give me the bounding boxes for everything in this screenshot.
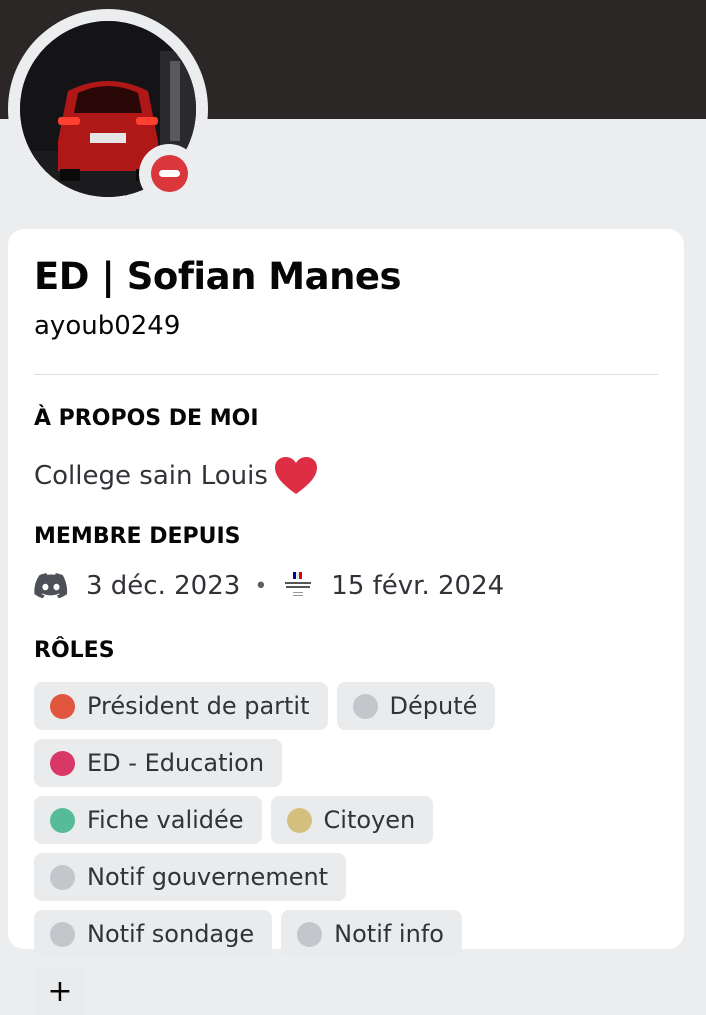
role-chip[interactable]: Notif info: [281, 910, 462, 958]
role-chip[interactable]: Notif sondage: [34, 910, 273, 958]
role-chip[interactable]: Député: [336, 682, 496, 730]
role-label: Fiche validée: [87, 806, 244, 834]
role-chip[interactable]: Citoyen: [270, 796, 434, 844]
role-color-dot: [297, 921, 323, 947]
role-label: Notif info: [334, 920, 444, 948]
role-chip[interactable]: Notif gouvernement: [34, 853, 347, 901]
role-color-dot: [50, 807, 75, 833]
roles-list: Président de partit Député ED - Education F…: [34, 682, 514, 1015]
server-join-date: 15 févr. 2024: [331, 571, 505, 601]
add-role-button[interactable]: +: [34, 967, 86, 1015]
role-label: Notif sondage: [87, 920, 255, 948]
date-separator: •: [254, 573, 268, 599]
username[interactable]: ayoub0249: [34, 311, 180, 341]
role-color-dot: [50, 921, 75, 947]
about-text: College sain Louis: [34, 461, 268, 491]
role-color-dot: [50, 864, 75, 890]
role-color-dot: [50, 750, 75, 776]
role-chip[interactable]: Fiche validée: [34, 796, 262, 844]
dnd-status-icon: [151, 155, 188, 192]
role-chip[interactable]: ED - Education: [34, 739, 283, 787]
display-name: ED | Sofian Manes: [34, 255, 402, 298]
about-text-row: College sain Louis: [34, 456, 318, 496]
heart-icon: [274, 456, 318, 496]
republique-francaise-icon: [281, 571, 315, 601]
role-label: Citoyen: [323, 806, 416, 834]
member-since-row: 3 déc. 2023 • 15 févr. 2024: [34, 566, 504, 606]
roles-title: RÔLES: [34, 638, 115, 663]
role-label: Notif gouvernement: [87, 863, 329, 891]
role-color-dot: [50, 693, 75, 719]
about-title: À PROPOS DE MOI: [34, 406, 259, 431]
role-label: ED - Education: [87, 749, 265, 777]
role-label: Député: [389, 692, 478, 720]
role-color-dot: [352, 693, 378, 719]
role-chip[interactable]: Président de partit: [34, 682, 328, 730]
discord-join-date: 3 déc. 2023: [86, 571, 241, 601]
member-since-title: MEMBRE DEPUIS: [34, 524, 241, 549]
role-color-dot: [286, 807, 312, 833]
role-label: Président de partit: [87, 692, 310, 720]
divider: [34, 374, 658, 375]
discord-icon: [34, 573, 68, 599]
